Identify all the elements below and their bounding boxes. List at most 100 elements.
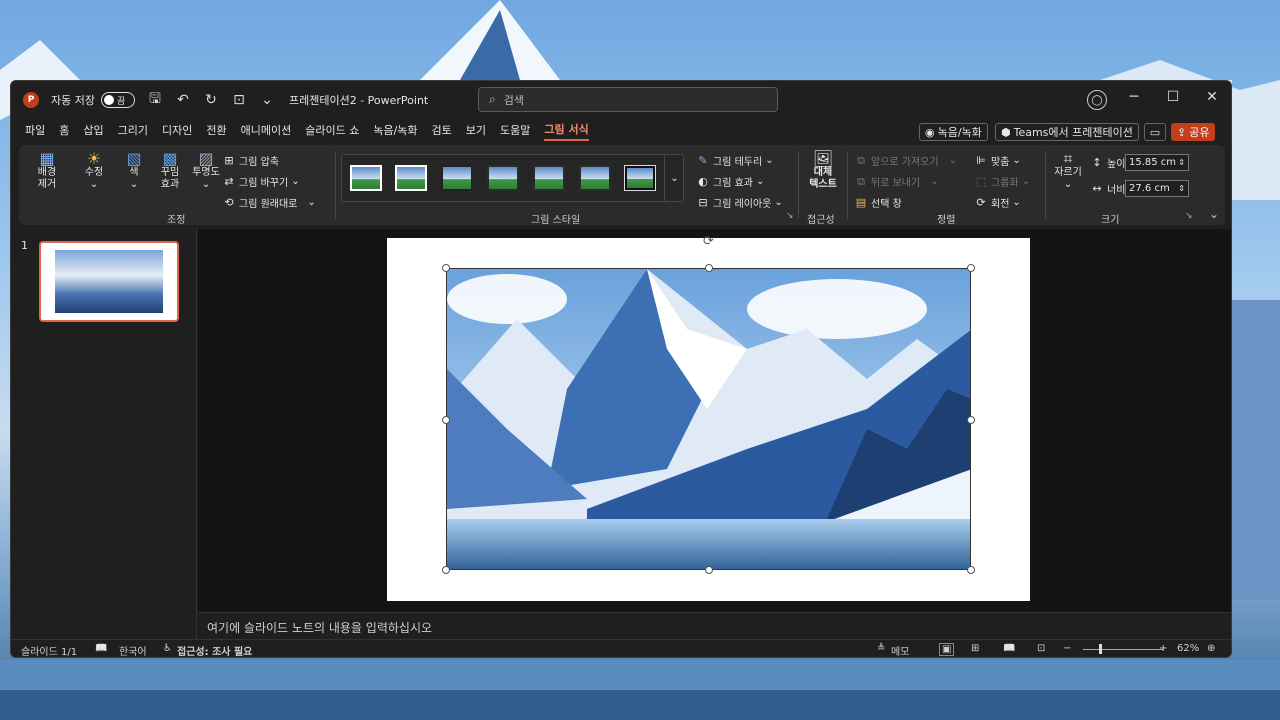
zoom-in-button[interactable]: +: [1159, 643, 1167, 654]
group-button[interactable]: ⬚ 그룹화 ⌄: [975, 174, 1030, 189]
normal-view-icon[interactable]: ▣: [939, 643, 955, 656]
spinner-icon[interactable]: ⇕: [1178, 184, 1185, 193]
picture-border-button[interactable]: ✎ 그림 테두리 ⌄: [697, 153, 773, 168]
document-title: 프레젠테이션2 - PowerPoint: [288, 94, 429, 107]
chevron-down-icon: ⌄: [1012, 197, 1021, 208]
tab-review[interactable]: 검토: [432, 122, 452, 140]
crop-button[interactable]: ⌗ 자르기 ⌄: [1051, 151, 1085, 191]
slide-sorter-icon[interactable]: ⊞: [971, 643, 979, 654]
close-button[interactable]: ✕: [1197, 89, 1227, 105]
resize-handle[interactable]: [705, 566, 713, 574]
alt-text-button[interactable]: 🖼 대체 텍스트: [803, 149, 843, 191]
picture-style-thumb[interactable]: [533, 165, 565, 191]
language-indicator[interactable]: 한국어: [119, 643, 147, 657]
ribbon-collapse-icon[interactable]: ⌄: [1209, 207, 1219, 221]
tab-record[interactable]: 녹음/녹화: [373, 122, 417, 140]
accessibility-status[interactable]: 접근성: 조사 필요: [177, 643, 252, 657]
resize-handle[interactable]: [442, 416, 450, 424]
record-button[interactable]: ◉ 녹음/녹화: [919, 123, 988, 141]
bring-forward-button[interactable]: ⧉ 앞으로 가져오기 ⌄: [855, 153, 957, 169]
resize-handle[interactable]: [442, 264, 450, 272]
color-button[interactable]: ▧ 색 ⌄: [119, 151, 149, 191]
selection-pane-button[interactable]: ▤ 선택 창: [855, 195, 902, 210]
gallery-more-button[interactable]: ⌄: [664, 155, 684, 201]
spellcheck-icon[interactable]: 📖: [95, 643, 107, 654]
change-picture-button[interactable]: ⇄ 그림 바꾸기 ⌄: [223, 174, 299, 189]
slide-canvas[interactable]: ⟳: [387, 234, 1030, 601]
comments-button[interactable]: ▭: [1144, 123, 1166, 141]
align-button[interactable]: ⊫ 맞춤 ⌄: [975, 153, 1021, 168]
save-icon[interactable]: 🖫: [147, 88, 163, 112]
corrections-button[interactable]: ☀ 수정 ⌄: [79, 151, 109, 191]
account-avatar-icon[interactable]: ◯: [1087, 90, 1107, 110]
transparency-button[interactable]: ▨ 투명도 ⌄: [189, 151, 223, 191]
slide-thumbnail[interactable]: [39, 241, 179, 322]
artistic-effects-button[interactable]: ▩ 꾸밈 효과: [155, 151, 185, 191]
customize-toolbar-icon[interactable]: ⌄: [259, 92, 275, 108]
chevron-down-icon: ⌄: [774, 197, 783, 208]
rotate-button[interactable]: ⟳ 회전 ⌄: [975, 195, 1021, 210]
accessibility-group-label: 접근성: [807, 215, 835, 226]
resize-handle[interactable]: [967, 264, 975, 272]
resize-handle[interactable]: [967, 416, 975, 424]
corrections-label: 수정: [84, 167, 104, 178]
tab-view[interactable]: 보기: [466, 122, 486, 140]
tab-draw[interactable]: 그리기: [118, 122, 148, 140]
present-icon[interactable]: ⊡: [231, 92, 247, 108]
zoom-out-button[interactable]: −: [1063, 643, 1071, 654]
group-separator: [335, 151, 336, 219]
mountain-picture[interactable]: [446, 268, 971, 570]
picture-style-thumb[interactable]: [441, 165, 473, 191]
tab-file[interactable]: 파일: [25, 122, 45, 140]
zoom-level[interactable]: 62%: [1177, 643, 1199, 654]
picture-style-thumb[interactable]: [579, 165, 611, 191]
height-input[interactable]: 15.85 cm ⇕: [1125, 154, 1189, 171]
autosave-toggle[interactable]: 끔: [100, 92, 135, 108]
picture-style-thumb[interactable]: [395, 165, 427, 191]
autosave-label: 자동 저장: [51, 94, 95, 107]
tab-design[interactable]: 디자인: [162, 122, 192, 140]
alt-text-icon: 🖼: [812, 149, 834, 168]
notes-pane[interactable]: 여기에 슬라이드 노트의 내용을 입력하십시오: [198, 612, 1231, 640]
tab-help[interactable]: 도움말: [500, 122, 530, 140]
minimize-button[interactable]: ─: [1119, 89, 1149, 105]
redo-icon[interactable]: ↻: [203, 92, 219, 108]
dialog-launcher-icon[interactable]: ↘: [786, 211, 794, 221]
picture-style-thumb[interactable]: [487, 165, 519, 191]
reset-picture-button[interactable]: ⟲ 그림 원래대로 ⌄: [223, 195, 315, 210]
picture-layout-button[interactable]: ⊟ 그림 레이아웃 ⌄: [697, 195, 783, 210]
slideshow-icon[interactable]: ⊡: [1037, 643, 1045, 654]
compress-pictures-button[interactable]: ⊞ 그림 압축: [223, 153, 279, 168]
send-backward-button[interactable]: ⧉ 뒤로 보내기 ⌄: [855, 174, 939, 190]
resize-handle[interactable]: [442, 566, 450, 574]
resize-handle[interactable]: [967, 566, 975, 574]
picture-style-thumb[interactable]: [624, 165, 656, 191]
dialog-launcher-icon[interactable]: ↘: [1185, 211, 1193, 221]
remove-background-button[interactable]: ▦ 배경 제거: [33, 151, 61, 191]
zoom-slider-thumb[interactable]: [1099, 644, 1102, 654]
tab-animations[interactable]: 애니메이션: [241, 122, 292, 140]
chevron-down-icon: ⌄: [930, 176, 939, 187]
tab-transitions[interactable]: 전환: [206, 122, 226, 140]
maximize-button[interactable]: ☐: [1158, 89, 1188, 105]
notes-toggle-button[interactable]: 메모: [891, 643, 909, 657]
chevron-down-icon: ⌄: [129, 179, 139, 190]
picture-effects-button[interactable]: ◐ 그림 효과 ⌄: [697, 174, 764, 189]
undo-icon[interactable]: ↶: [175, 92, 191, 108]
reading-view-icon[interactable]: 📖: [1003, 643, 1015, 654]
bring-forward-label: 앞으로 가져오기: [871, 157, 939, 168]
tab-insert[interactable]: 삽입: [83, 122, 103, 140]
fit-slide-icon[interactable]: ⊕: [1207, 643, 1215, 654]
zoom-slider-track[interactable]: [1083, 649, 1163, 650]
spinner-icon[interactable]: ⇕: [1178, 158, 1185, 167]
rotate-handle-icon[interactable]: ⟳: [703, 234, 714, 249]
tab-picture-format[interactable]: 그림 서식: [544, 121, 589, 141]
tab-home[interactable]: 홈: [59, 122, 69, 140]
resize-handle[interactable]: [705, 264, 713, 272]
share-button[interactable]: ⇪ 공유: [1171, 123, 1216, 141]
picture-style-thumb[interactable]: [350, 165, 382, 191]
tab-slideshow[interactable]: 슬라이드 쇼: [305, 122, 359, 140]
search-box[interactable]: ⌕ 검색: [478, 87, 778, 112]
width-input[interactable]: 27.6 cm ⇕: [1125, 180, 1189, 197]
teams-present-button[interactable]: ⬢ Teams에서 프레젠테이션: [995, 123, 1139, 141]
